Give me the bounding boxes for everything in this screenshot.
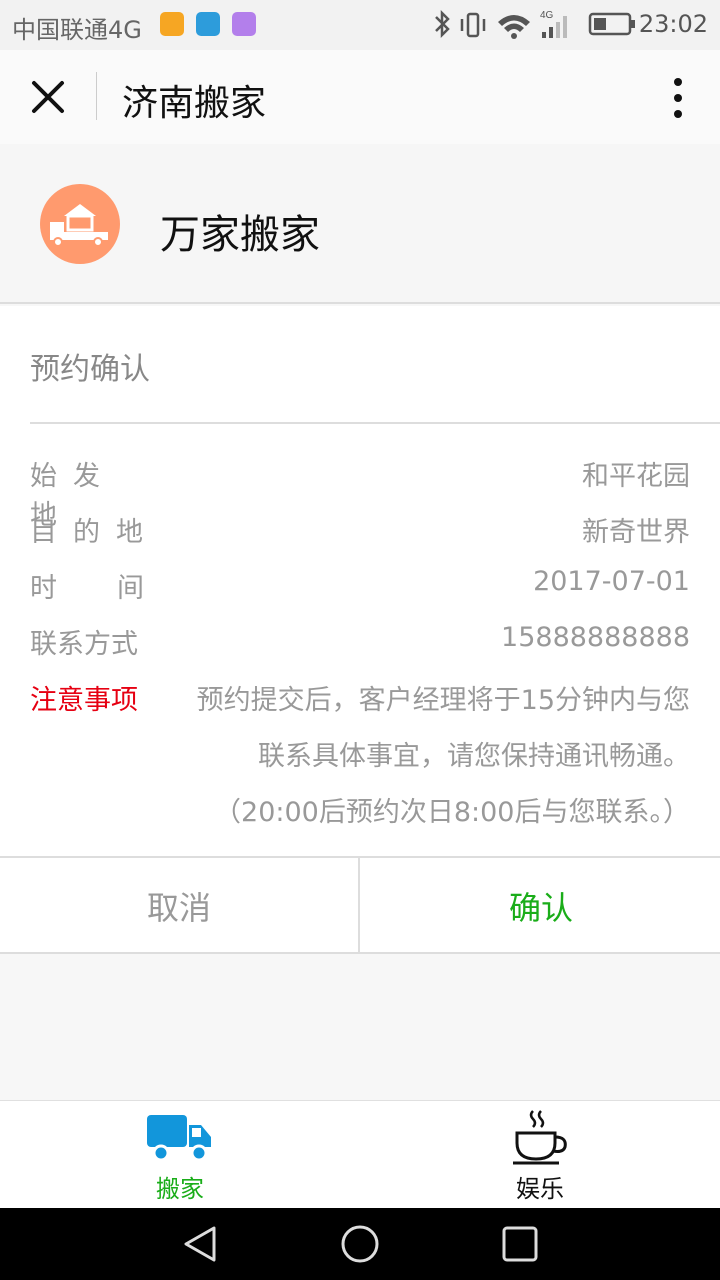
- brand-header: 万家搬家: [0, 144, 720, 304]
- destination-row: 目的地 新奇世界: [30, 510, 690, 550]
- home-icon: [341, 1225, 379, 1263]
- notice-line-1: 预约提交后，客户经理将于15分钟内与您: [196, 685, 690, 716]
- close-icon[interactable]: [24, 73, 72, 121]
- tab-entertainment[interactable]: 娱乐: [360, 1101, 720, 1209]
- tab-moving[interactable]: 搬家: [0, 1101, 360, 1209]
- truck-house-icon: [50, 204, 108, 247]
- action-bar: 取消 确认: [0, 856, 720, 954]
- battery-icon: [588, 12, 635, 36]
- company-name: 万家搬家: [160, 212, 320, 258]
- card-heading: 预约确认: [30, 352, 150, 387]
- time-label: 时间: [30, 573, 204, 604]
- status-bar: 中国联通4G 4G 23:02: [0, 0, 720, 50]
- notification-app-icon: [160, 12, 184, 36]
- contact-row: 联系方式 15888888888: [30, 622, 690, 662]
- contact-label: 联系方式: [30, 629, 138, 660]
- back-icon: [184, 1226, 216, 1262]
- vibrate-icon: [460, 12, 486, 38]
- message-notification-icon: [196, 12, 220, 36]
- notice-line-2: 联系具体事宜，请您保持通讯畅通。: [258, 741, 690, 772]
- gallery-notification-icon: [232, 12, 256, 36]
- system-navigation-bar: [0, 1208, 720, 1280]
- network-type-label: 4G: [540, 10, 554, 21]
- tab-entertainment-label: 娱乐: [516, 1175, 564, 1203]
- moving-truck-logo: [40, 184, 120, 264]
- system-nav-icons: [184, 1225, 538, 1263]
- destination-value: 新奇世界: [582, 517, 690, 548]
- destination-label: 目的地: [30, 517, 159, 548]
- nav-divider: [96, 72, 97, 120]
- origin-row: 始发地 和平花园: [30, 454, 690, 531]
- truck-icon: [147, 1115, 211, 1162]
- notice-label: 注意事项: [30, 685, 138, 716]
- cancel-button[interactable]: 取消: [0, 858, 360, 954]
- page-title: 济南搬家: [122, 83, 267, 124]
- bottom-tab-bar: 搬家 娱乐: [0, 1100, 720, 1208]
- carrier-name: 中国联通4G: [12, 16, 142, 44]
- nav-bar: 济南搬家: [0, 50, 720, 144]
- heading-divider: [30, 422, 720, 424]
- more-options-icon[interactable]: [666, 74, 690, 122]
- contact-value: 15888888888: [501, 622, 690, 653]
- system-status-icons: 4G: [435, 9, 635, 39]
- origin-value: 和平花园: [582, 461, 690, 492]
- recents-icon: [502, 1226, 538, 1262]
- time-value: 2017-07-01: [533, 566, 690, 597]
- clock: 23:02: [638, 10, 708, 38]
- booking-confirmation-card: 预约确认 始发地 和平花园 目的地 新奇世界 时间 2017-07-01 联系方…: [0, 306, 720, 856]
- confirm-button[interactable]: 确认: [361, 858, 720, 954]
- bluetooth-icon: [435, 9, 450, 39]
- tab-moving-label: 搬家: [156, 1175, 204, 1203]
- coffee-cup-icon: [513, 1110, 567, 1165]
- wifi-icon: [498, 15, 530, 39]
- notice-line-3: （20:00后预约次日8:00后与您联系。）: [214, 797, 690, 828]
- time-row: 时间 2017-07-01: [30, 566, 690, 606]
